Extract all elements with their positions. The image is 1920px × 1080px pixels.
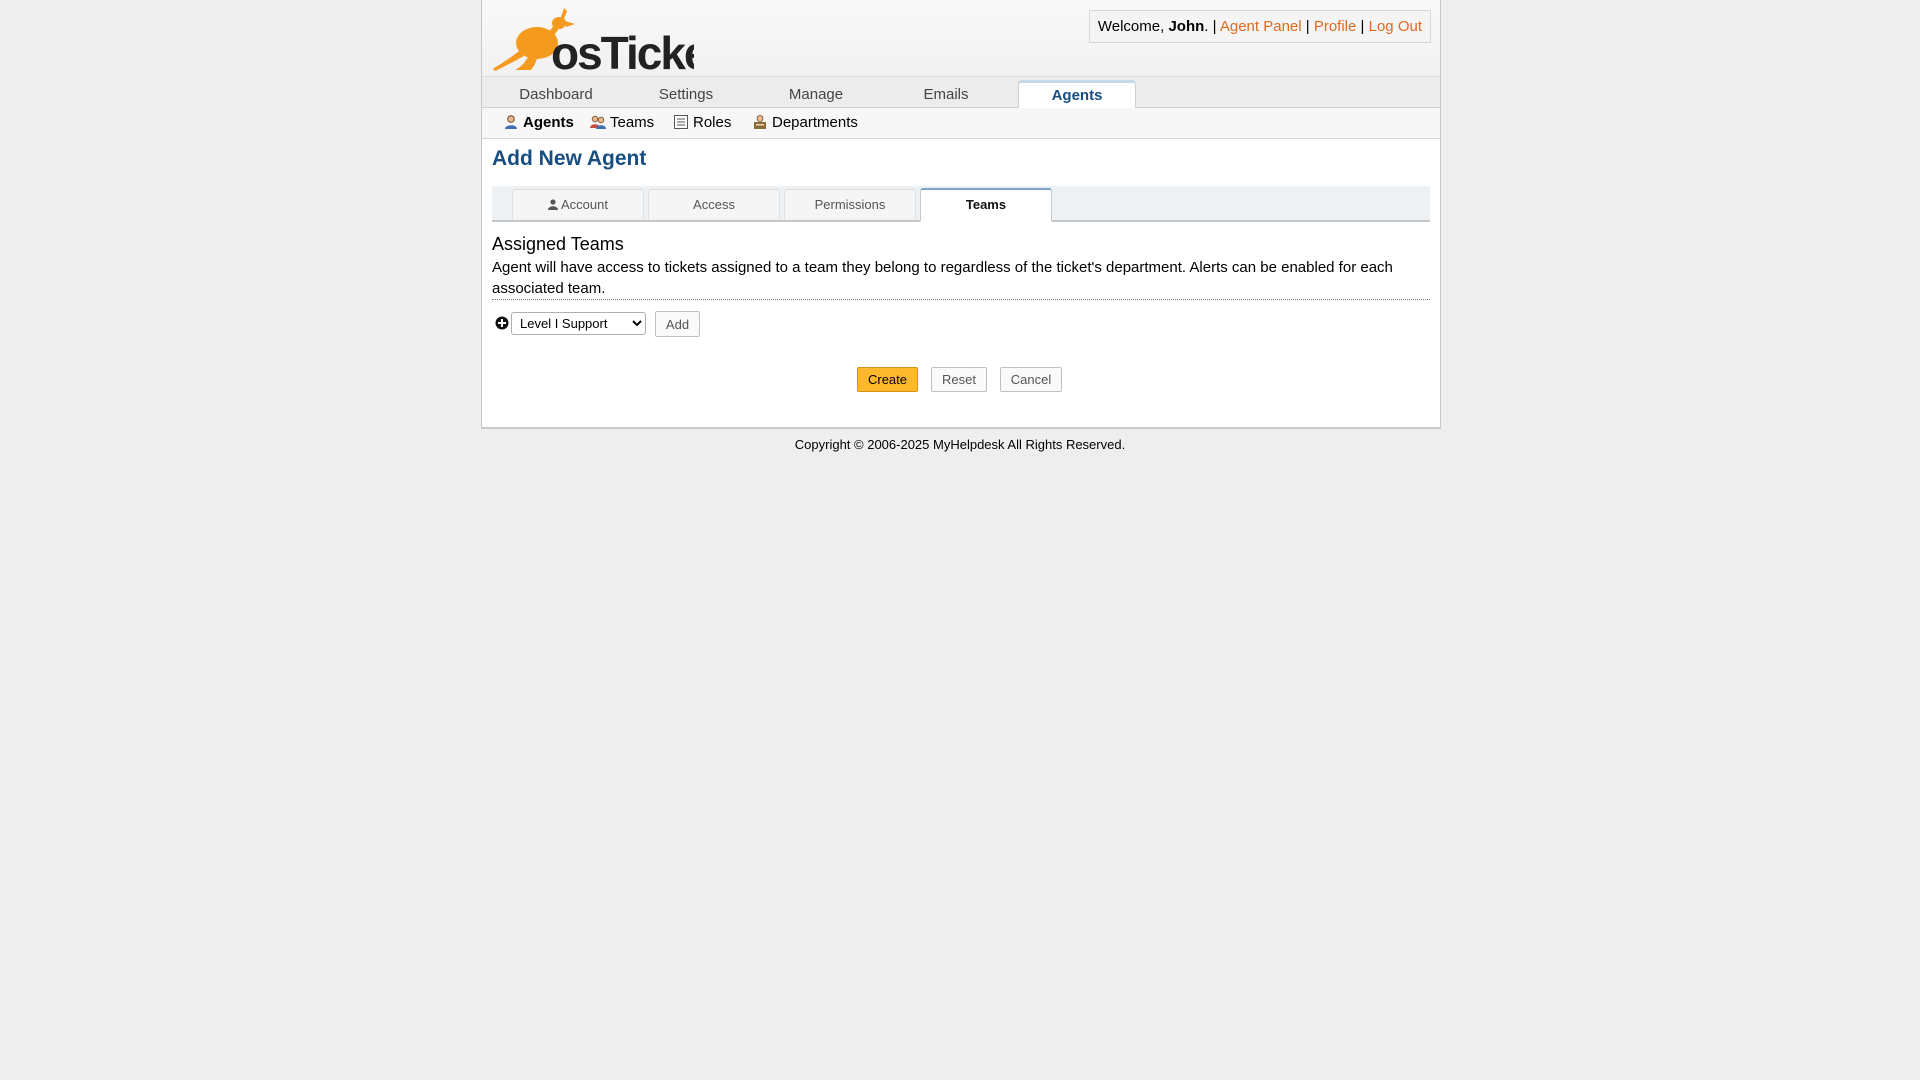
osticket-logo[interactable]: osTicket (491, 3, 694, 72)
departments-icon (754, 115, 766, 129)
create-button[interactable]: Create (857, 367, 918, 392)
svg-text:osTicket: osTicket (551, 27, 694, 72)
user-icon (548, 199, 558, 210)
teams-icon (590, 115, 606, 129)
subnav-label: Departments (772, 114, 858, 131)
tab-account[interactable]: Account (512, 189, 644, 219)
welcome-suffix: . | (1204, 18, 1217, 35)
main-container: osTicket Welcome, John. | Agent Panel | … (481, 0, 1441, 429)
plus-circle-icon (495, 316, 509, 330)
footer-copyright: Copyright © 2006-2025 MyHelpdesk All Rig… (794, 437, 1126, 452)
nav-tab-agents[interactable]: Agents (1018, 80, 1136, 111)
team-select[interactable]: Level I Support (511, 312, 646, 335)
tab-permissions[interactable]: Permissions (784, 189, 916, 219)
subnav-label: Roles (693, 114, 732, 131)
agent-icon (505, 115, 517, 129)
logout-link[interactable]: Log Out (1369, 18, 1422, 35)
cancel-button[interactable]: Cancel (1000, 367, 1062, 392)
subnav-label: Teams (610, 114, 655, 131)
user-info: Welcome, John. | Agent Panel | Profile |… (1088, 10, 1431, 43)
subnav-item-agents[interactable]: Agents (503, 114, 574, 132)
separator: | (1360, 18, 1365, 35)
sub-nav: Agents Teams Roles Departments (482, 108, 1440, 139)
main-nav: Dashboard Settings Manage Emails Agents (482, 76, 1440, 111)
section-title: Assigned Teams (492, 234, 624, 254)
section-description: Agent will have access to tickets assign… (492, 259, 1393, 297)
subnav-label: Agents (523, 114, 574, 131)
nav-tab-dashboard[interactable]: Dashboard (491, 82, 621, 107)
divider (492, 299, 1430, 300)
tab-teams[interactable]: Teams (920, 188, 1052, 222)
welcome-prefix: Welcome, (1097, 18, 1169, 35)
nav-tab-settings[interactable]: Settings (621, 82, 751, 107)
profile-link[interactable]: Profile (1314, 18, 1357, 35)
form-tabs: Account Access Permissions Teams (492, 186, 1430, 222)
add-team-button[interactable]: Add (655, 311, 700, 337)
page-title: Add New Agent (492, 147, 647, 170)
tab-label: Account (561, 197, 608, 212)
agent-panel-link[interactable]: Agent Panel (1220, 18, 1302, 35)
subnav-item-teams[interactable]: Teams (590, 114, 654, 132)
nav-tab-manage[interactable]: Manage (751, 82, 881, 107)
reset-button[interactable]: Reset (931, 367, 987, 392)
tab-access[interactable]: Access (648, 189, 780, 219)
roles-icon (674, 115, 688, 129)
header: osTicket Welcome, John. | Agent Panel | … (482, 0, 1440, 76)
nav-tab-emails[interactable]: Emails (881, 82, 1011, 107)
subnav-item-roles[interactable]: Roles (673, 114, 731, 132)
separator: | (1305, 18, 1310, 35)
user-name: John (1168, 18, 1205, 35)
subnav-item-departments[interactable]: Departments (752, 114, 858, 132)
